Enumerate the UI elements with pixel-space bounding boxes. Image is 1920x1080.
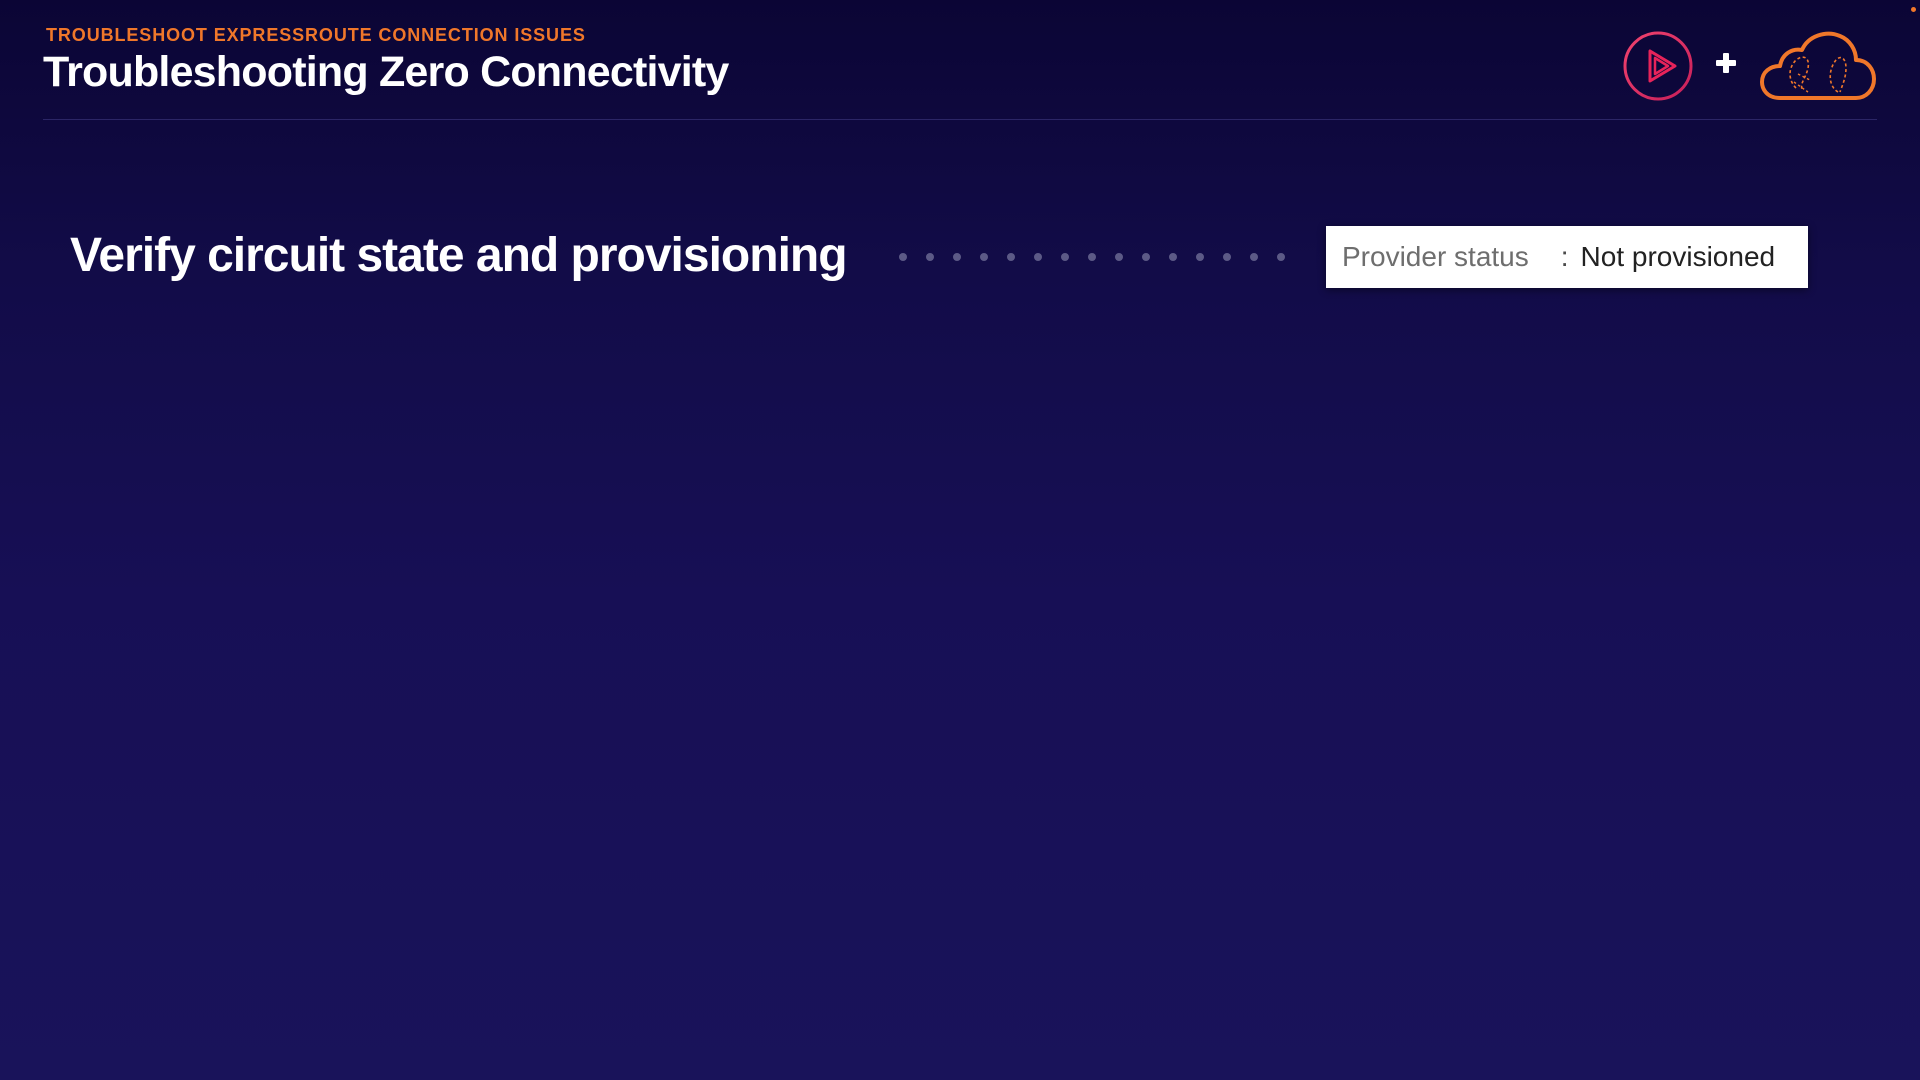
leader-dot <box>1223 253 1231 261</box>
leader-dot <box>1007 253 1015 261</box>
leader-dot <box>1250 253 1258 261</box>
leader-dot <box>1115 253 1123 261</box>
leader-dot <box>899 253 907 261</box>
dot-leader <box>899 252 1369 262</box>
leader-dot <box>1196 253 1204 261</box>
section-eyebrow: TROUBLESHOOT EXPRESSROUTE CONNECTION ISS… <box>46 25 586 45</box>
leader-dot <box>1034 253 1042 261</box>
play-circle-icon <box>1623 31 1693 101</box>
plus-icon <box>1716 53 1736 73</box>
leader-dot <box>1142 253 1150 261</box>
slide-title: Troubleshooting Zero Connectivity <box>43 48 729 96</box>
header-divider <box>43 119 1877 120</box>
step-heading: Verify circuit state and provisioning <box>70 229 848 282</box>
leader-dot <box>953 253 961 261</box>
provider-status-value: Not provisioned <box>1580 241 1776 272</box>
status-separator: : <box>1560 241 1569 272</box>
leader-dot <box>980 253 988 261</box>
provider-status-label: Provider status <box>1342 241 1529 272</box>
leader-dot <box>1277 253 1285 261</box>
provider-status-card: Provider status : Not provisioned <box>1326 226 1808 288</box>
logo-group <box>1620 28 1880 108</box>
cloud-icon <box>1760 31 1876 100</box>
leader-dot <box>1088 253 1096 261</box>
corner-marker <box>1911 7 1916 12</box>
leader-dot <box>926 253 934 261</box>
leader-dot <box>1061 253 1069 261</box>
leader-dot <box>1169 253 1177 261</box>
